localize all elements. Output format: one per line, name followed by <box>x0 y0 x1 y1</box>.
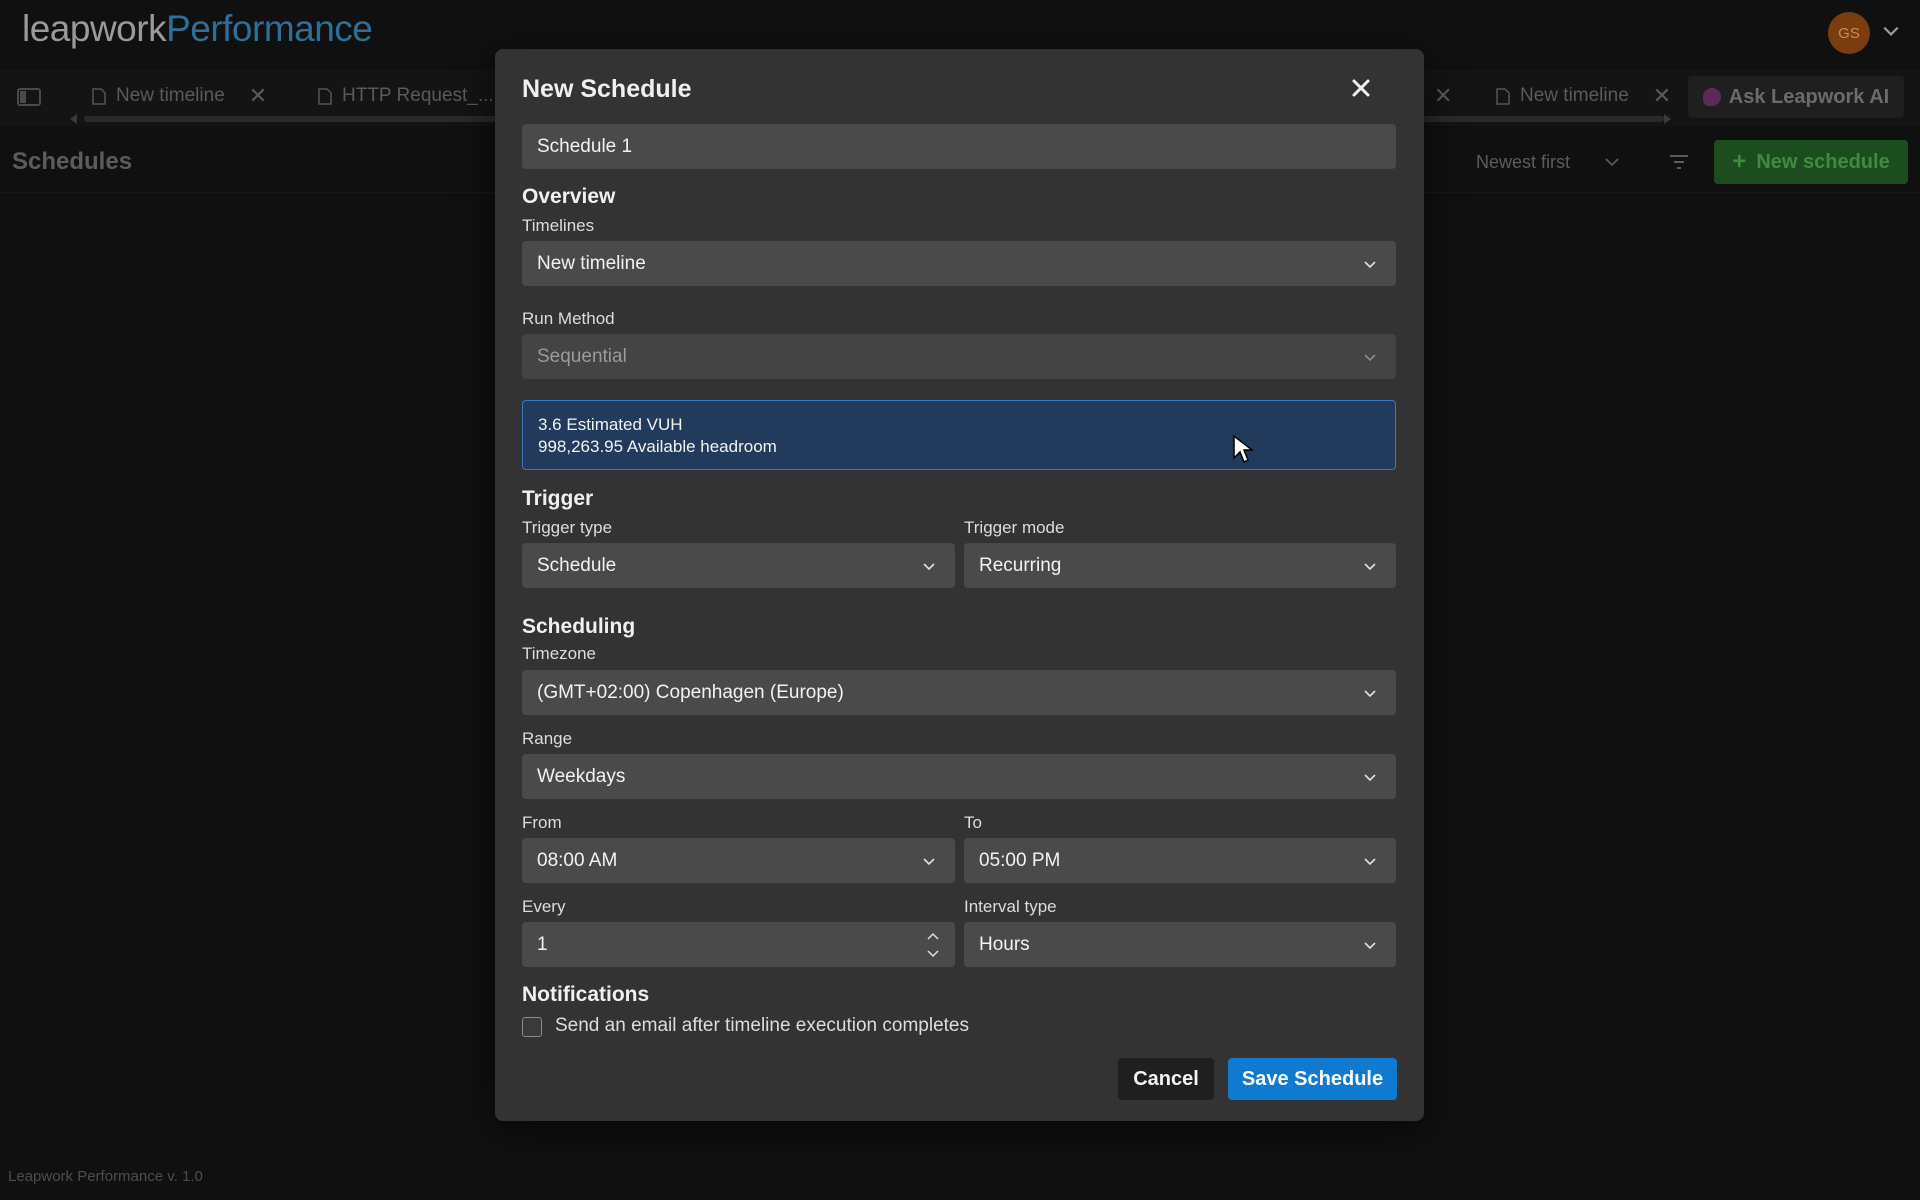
app-logo: leapworkPerformance <box>22 8 373 50</box>
save-schedule-button[interactable]: Save Schedule <box>1228 1058 1397 1100</box>
to-label: To <box>964 813 982 832</box>
chevron-down-icon[interactable] <box>1882 22 1900 40</box>
chevron-down-icon <box>1364 858 1376 866</box>
trigger-heading: Trigger <box>522 487 594 510</box>
sort-select[interactable]: Newest first <box>1462 144 1632 180</box>
close-icon[interactable]: ✕ <box>1434 83 1452 109</box>
from-label: From <box>522 813 562 832</box>
avatar[interactable]: GS <box>1828 12 1870 54</box>
cancel-button[interactable]: Cancel <box>1118 1058 1214 1100</box>
tab-http-request[interactable]: HTTP Request_... <box>318 78 494 114</box>
trigger-mode-value: Recurring <box>979 554 1062 576</box>
interval-type-select[interactable]: Hours <box>964 922 1396 967</box>
range-value: Weekdays <box>537 765 626 787</box>
chevron-down-icon <box>1605 158 1619 167</box>
sidebar-toggle-icon[interactable] <box>16 86 44 108</box>
tab-close-hidden[interactable]: ✕ <box>1420 78 1452 114</box>
chevron-down-icon <box>1364 563 1376 571</box>
ai-chat-icon <box>1702 88 1721 106</box>
email-notification-label[interactable]: Send an email after timeline execution c… <box>555 1015 969 1037</box>
document-icon <box>1496 87 1510 105</box>
range-select[interactable]: Weekdays <box>522 754 1396 799</box>
trigger-type-label: Trigger type <box>522 518 613 537</box>
every-value: 1 <box>537 933 548 955</box>
chevron-down-icon <box>1364 354 1376 362</box>
tab-label: New timeline <box>1520 85 1629 106</box>
stepper-arrows-icon[interactable] <box>925 928 941 962</box>
new-schedule-label: New schedule <box>1756 150 1890 173</box>
schedule-name-value: Schedule 1 <box>537 135 633 157</box>
vuh-info-box: 3.6 Estimated VUH 998,263.95 Available h… <box>522 400 1396 470</box>
from-time-value: 08:00 AM <box>537 849 618 871</box>
timelines-select[interactable]: New timeline <box>522 241 1396 286</box>
interval-type-value: Hours <box>979 933 1030 955</box>
ask-ai-label: Ask Leapwork AI <box>1728 85 1890 108</box>
chevron-down-icon <box>1364 774 1376 782</box>
trigger-mode-label: Trigger mode <box>964 518 1065 537</box>
logo-text-performance: Performance <box>166 8 373 49</box>
trigger-type-value: Schedule <box>537 554 617 576</box>
to-time-select[interactable]: 05:00 PM <box>964 838 1396 883</box>
tab-label: New timeline <box>116 85 225 106</box>
close-icon[interactable]: ✕ <box>249 83 267 109</box>
chevron-down-icon <box>1364 261 1376 269</box>
dialog-title: New Schedule <box>522 75 692 103</box>
scroll-right-icon[interactable] <box>1664 114 1671 124</box>
tab-label: HTTP Request_... <box>342 85 494 106</box>
close-icon[interactable] <box>1350 77 1372 99</box>
ask-ai-button[interactable]: Ask Leapwork AI <box>1688 76 1904 118</box>
timelines-value: New timeline <box>537 252 646 274</box>
document-icon <box>92 87 106 105</box>
tab-new-timeline[interactable]: New timeline ✕ <box>92 78 267 114</box>
new-schedule-dialog: New Schedule Schedule 1 Overview Timelin… <box>495 49 1424 1121</box>
schedule-name-input[interactable]: Schedule 1 <box>522 124 1396 169</box>
logo-text-leapwork: leapwork <box>22 8 167 49</box>
timezone-value: (GMT+02:00) Copenhagen (Europe) <box>537 681 844 703</box>
every-number-input[interactable]: 1 <box>522 922 955 967</box>
chevron-down-icon <box>923 858 935 866</box>
timezone-select[interactable]: (GMT+02:00) Copenhagen (Europe) <box>522 670 1396 715</box>
overview-heading: Overview <box>522 185 616 208</box>
timelines-label: Timelines <box>522 216 595 235</box>
from-time-select[interactable]: 08:00 AM <box>522 838 955 883</box>
document-icon <box>318 87 332 105</box>
page-title: Schedules <box>12 148 133 175</box>
email-notification-checkbox[interactable] <box>522 1017 542 1037</box>
close-icon[interactable]: ✕ <box>1653 83 1671 109</box>
sort-value: Newest first <box>1476 151 1571 172</box>
every-label: Every <box>522 897 566 916</box>
chevron-down-icon <box>1364 690 1376 698</box>
new-schedule-button[interactable]: + New schedule <box>1714 140 1908 184</box>
notifications-heading: Notifications <box>522 983 650 1006</box>
scroll-left-icon[interactable] <box>70 114 77 124</box>
range-label: Range <box>522 729 573 748</box>
interval-type-label: Interval type <box>964 897 1057 916</box>
estimated-vuh: 3.6 Estimated VUH <box>538 415 683 434</box>
trigger-mode-select[interactable]: Recurring <box>964 543 1396 588</box>
chevron-down-icon <box>923 563 935 571</box>
trigger-type-select[interactable]: Schedule <box>522 543 955 588</box>
chevron-down-icon <box>1364 942 1376 950</box>
filter-icon[interactable] <box>1666 151 1692 173</box>
scheduling-heading: Scheduling <box>522 615 636 638</box>
run-method-select: Sequential <box>522 334 1396 379</box>
mouse-cursor-icon <box>1233 434 1254 464</box>
run-method-label: Run Method <box>522 309 615 328</box>
run-method-value: Sequential <box>537 345 627 367</box>
plus-icon: + <box>1732 148 1747 175</box>
version-text: Leapwork Performance v. 1.0 <box>8 1168 203 1185</box>
tab-new-timeline-2[interactable]: New timeline ✕ <box>1496 78 1671 114</box>
to-time-value: 05:00 PM <box>979 849 1061 871</box>
timezone-label: Timezone <box>522 644 597 663</box>
